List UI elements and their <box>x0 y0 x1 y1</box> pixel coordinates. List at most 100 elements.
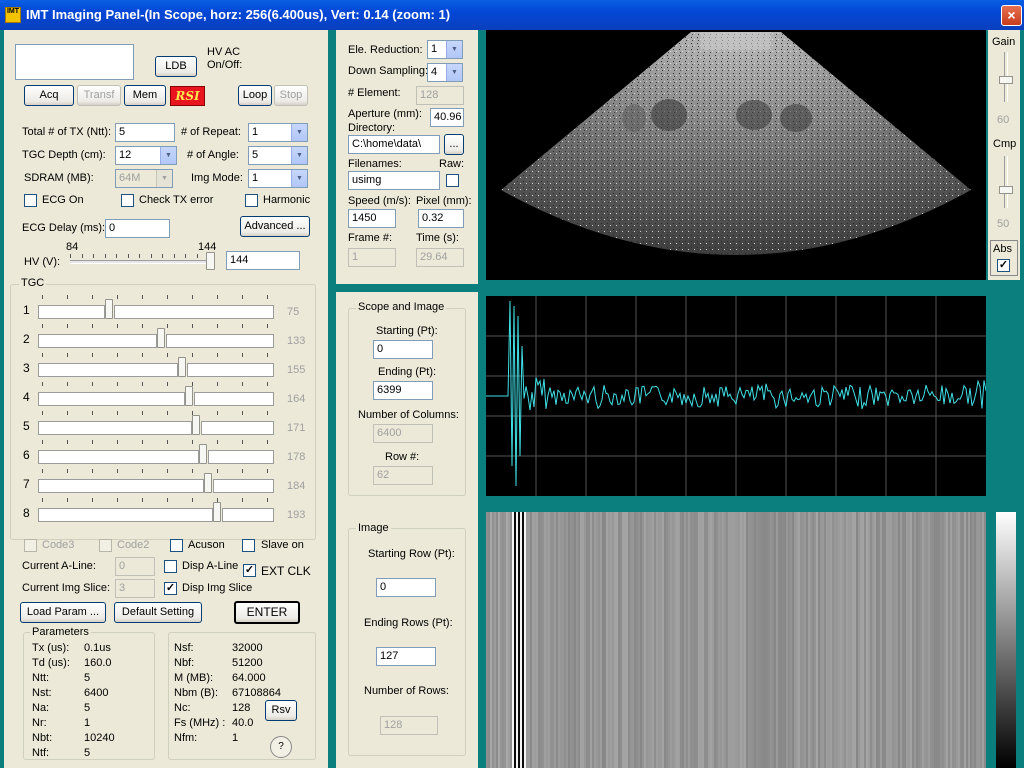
tgc-slider-thumb[interactable] <box>199 444 207 464</box>
tgc-slider-thumb[interactable] <box>192 415 200 435</box>
rf-column <box>634 512 636 768</box>
cmp-slider[interactable] <box>999 156 1013 208</box>
down-sampling-select[interactable]: 4 ▼ <box>427 63 463 82</box>
disp-aline-checkbox[interactable] <box>164 560 177 573</box>
ecg-delay-input[interactable]: 0 <box>105 219 170 238</box>
rf-column <box>696 512 698 768</box>
pixel-input[interactable]: 0.32 <box>418 209 464 228</box>
rf-column <box>554 512 556 768</box>
hv-slider[interactable] <box>66 250 215 272</box>
tgc-slider[interactable] <box>38 413 274 439</box>
code3-checkbox[interactable] <box>24 539 37 552</box>
scope-ending-input[interactable]: 6399 <box>373 381 433 400</box>
tgc-slider-thumb[interactable] <box>157 328 165 348</box>
filename-input[interactable]: usimg <box>348 171 440 190</box>
advanced-button[interactable]: Advanced ... <box>240 216 310 237</box>
raw-label: Raw: <box>439 158 465 170</box>
rf-column <box>498 512 500 768</box>
check-tx-checkbox[interactable] <box>121 194 134 207</box>
tgc-slider-thumb[interactable] <box>204 473 212 493</box>
browse-button[interactable]: ... <box>444 134 464 155</box>
current-img-label: Current Img Slice: <box>22 582 111 594</box>
tgc-slider[interactable] <box>38 471 274 497</box>
transf-button[interactable]: Transf <box>77 85 121 106</box>
rf-column <box>716 512 718 768</box>
code2-checkbox[interactable] <box>99 539 112 552</box>
rf-image-display[interactable] <box>486 512 986 768</box>
close-button[interactable]: × <box>1001 5 1022 26</box>
num-repeat-label: # of Repeat: <box>181 126 241 138</box>
abs-checkbox[interactable]: ✓ <box>997 259 1010 272</box>
scope-trace-display[interactable] <box>486 296 987 496</box>
rf-column <box>558 512 560 768</box>
rf-column <box>844 512 846 768</box>
param-value: 5 <box>84 702 91 714</box>
mem-button[interactable]: Mem <box>124 85 166 106</box>
ldb-button[interactable]: LDB <box>155 56 197 77</box>
tgc-slider[interactable] <box>38 442 274 468</box>
aperture-input[interactable]: 40.96 <box>430 108 464 127</box>
tgc-slider[interactable] <box>38 500 274 526</box>
tgc-slider[interactable] <box>38 297 274 323</box>
tgc-depth-select[interactable]: 12 ▼ <box>115 146 177 165</box>
rf-column <box>620 512 622 768</box>
num-repeat-select[interactable]: 1 ▼ <box>248 123 308 142</box>
tgc-slider[interactable] <box>38 384 274 410</box>
sdram-select[interactable]: 64M ▼ <box>115 169 173 188</box>
ultrasound-image[interactable] <box>486 30 986 280</box>
rsv-button[interactable]: Rsv <box>265 700 297 721</box>
raw-checkbox[interactable] <box>446 174 459 187</box>
param-key: Nbm (B): <box>174 687 218 699</box>
ele-reduction-select[interactable]: 1 ▼ <box>427 40 463 59</box>
load-param-button[interactable]: Load Param ... <box>20 602 106 623</box>
ecg-on-checkbox[interactable] <box>24 194 37 207</box>
tgc-slider-thumb[interactable] <box>185 386 193 406</box>
enter-button[interactable]: ENTER <box>234 601 300 624</box>
hv-value-input[interactable]: 144 <box>226 251 300 270</box>
image-end-rows-input[interactable]: 127 <box>376 647 436 666</box>
tgc-tick <box>117 382 118 386</box>
cmp-slider-track <box>1004 156 1008 208</box>
gain-slider[interactable] <box>999 52 1013 102</box>
rf-column <box>520 512 522 768</box>
hv-slider-thumb[interactable] <box>206 252 215 270</box>
disp-img-checkbox[interactable]: ✓ <box>164 582 177 595</box>
loop-button[interactable]: Loop <box>238 85 272 106</box>
tgc-slider[interactable] <box>38 326 274 352</box>
rf-column <box>772 512 774 768</box>
num-angle-select[interactable]: 5 ▼ <box>248 146 308 165</box>
total-tx-input[interactable]: 5 <box>115 123 175 142</box>
image-start-row-input[interactable]: 0 <box>376 578 436 597</box>
ext-clk-checkbox[interactable]: ✓ <box>243 564 256 577</box>
default-setting-button[interactable]: Default Setting <box>114 602 202 623</box>
acq-button[interactable]: Acq <box>24 85 74 106</box>
help-icon[interactable]: ? <box>270 736 292 758</box>
rf-column <box>730 512 732 768</box>
rf-column <box>694 512 696 768</box>
gain-slider-thumb[interactable] <box>999 76 1013 84</box>
rf-column <box>712 512 714 768</box>
tgc-slider[interactable] <box>38 355 274 381</box>
tgc-slider-thumb[interactable] <box>178 357 186 377</box>
rf-column <box>690 512 692 768</box>
slave-on-checkbox[interactable] <box>242 539 255 552</box>
tgc-slider-thumb[interactable] <box>105 299 113 319</box>
rf-column <box>698 512 700 768</box>
tgc-tick <box>42 469 43 473</box>
acquisition-panel: Ele. Reduction: 1 ▼ Down Sampling: 4 ▼ # E… <box>336 30 478 284</box>
stop-button[interactable]: Stop <box>274 85 308 106</box>
rf-column <box>562 512 564 768</box>
directory-input[interactable]: C:\home\data\ <box>348 135 440 154</box>
rf-column <box>638 512 640 768</box>
speed-input[interactable]: 1450 <box>348 209 396 228</box>
cmp-slider-thumb[interactable] <box>999 186 1013 194</box>
acuson-checkbox[interactable] <box>170 539 183 552</box>
rf-column <box>666 512 668 768</box>
tgc-index: 8 <box>23 506 30 520</box>
image-end-rows-label: Ending Rows (Pt): <box>364 617 453 629</box>
tgc-slider-thumb[interactable] <box>213 502 221 522</box>
chevron-down-icon: ▼ <box>156 170 172 187</box>
scope-starting-input[interactable]: 0 <box>373 340 433 359</box>
harmonic-checkbox[interactable] <box>245 194 258 207</box>
img-mode-select[interactable]: 1 ▼ <box>248 169 308 188</box>
